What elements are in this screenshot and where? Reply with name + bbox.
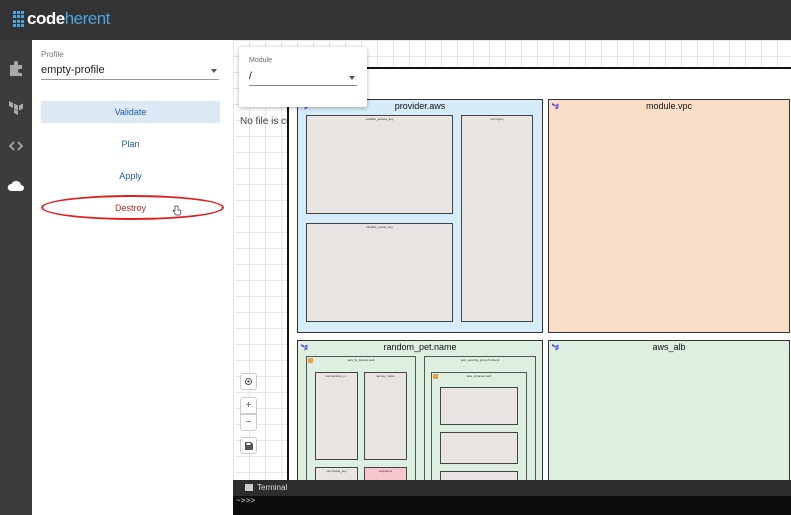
terminal-header[interactable]: Terminal (233, 480, 791, 496)
aws-alb-box[interactable]: aws_alb (548, 340, 790, 480)
node-outputs-ip[interactable]: outputs.ip (364, 467, 407, 480)
node-label: var.private_key (326, 469, 347, 473)
recenter-button[interactable] (240, 373, 257, 390)
logo-text-secondary: herent (64, 9, 111, 28)
node-label: var.instance_p... (325, 374, 348, 378)
terminal-prompt: ~>>> (236, 497, 256, 506)
diagram-frame: provider.aws variable_access_key variabl… (287, 67, 791, 480)
profile-value: empty-profile (41, 64, 105, 76)
cloud-icon[interactable] (6, 176, 26, 196)
node-block[interactable] (440, 387, 518, 425)
module-selector-card: Module / (239, 47, 367, 107)
box-title: module.vpc (645, 101, 693, 111)
module-select[interactable]: / (249, 69, 357, 86)
terminal-icon (245, 484, 253, 491)
hand-pointer-icon (172, 203, 182, 221)
validate-button[interactable]: Validate (41, 101, 220, 123)
provider-aws-box[interactable]: provider.aws variable_access_key variabl… (297, 99, 543, 333)
puzzle-icon[interactable] (6, 58, 26, 78)
zoom-in-button[interactable]: + (240, 397, 257, 414)
node-secret-key[interactable]: variable_secret_key (306, 223, 453, 322)
node-label: aws_instance.web (466, 374, 492, 378)
node-label: aws_lb_listener.web (347, 358, 375, 362)
code-icon[interactable] (6, 136, 26, 156)
module-vpc-box[interactable]: module.vpc (548, 99, 790, 333)
node-label: var.region (490, 117, 504, 121)
codeherent-logo[interactable]: codeherent (13, 9, 110, 29)
chevron-down-icon (349, 76, 355, 80)
destroy-highlight-ellipse (41, 195, 224, 220)
zoom-out-button[interactable]: − (240, 414, 257, 431)
left-nav (0, 40, 32, 515)
box-title: aws_alb (652, 342, 686, 352)
node-instance-web[interactable]: aws_instance.web (431, 372, 527, 480)
node-label: variable_access_key (365, 117, 394, 121)
profile-label: Profile (41, 50, 64, 59)
terminal-label: Terminal (257, 483, 288, 492)
node-instance-p[interactable]: var.instance_p... (315, 372, 358, 460)
apply-button[interactable]: Apply (41, 165, 220, 187)
node-label: outputs.ip (378, 469, 392, 473)
node-label: var.key_name (376, 374, 395, 378)
node-label: aws_security_group.frontend (460, 358, 500, 362)
profile-select[interactable]: empty-profile (41, 62, 219, 80)
module-label: Module (249, 57, 272, 64)
node-block[interactable] (440, 432, 518, 464)
plan-button[interactable]: Plan (41, 133, 220, 155)
node-region[interactable]: var.region (461, 115, 533, 322)
node-security-group[interactable]: aws_security_group.frontend aws_instance… (424, 356, 536, 480)
box-title: random_pet.name (383, 342, 457, 352)
save-button[interactable] (240, 437, 257, 454)
chevron-down-icon (211, 69, 217, 73)
node-private-key[interactable]: var.private_key (315, 467, 358, 480)
module-value: / (249, 71, 252, 82)
node-label: variable_secret_key (366, 225, 393, 229)
logo-mark-icon (13, 11, 25, 27)
node-access-key[interactable]: variable_access_key (306, 115, 453, 214)
node-key-name[interactable]: var.key_name (364, 372, 407, 460)
logo-text-primary: code (27, 9, 65, 28)
node-lb-listener[interactable]: aws_lb_listener.web var.instance_p... va… (306, 356, 416, 480)
terraform-icon[interactable] (6, 97, 26, 117)
random-pet-box[interactable]: random_pet.name aws_lb_listener.web var.… (297, 340, 543, 480)
terminal-output[interactable]: ~>>> (233, 496, 791, 515)
top-bar: codeherent (0, 0, 791, 40)
node-block[interactable] (440, 471, 518, 480)
actions-panel: Profile empty-profile Validate Plan Appl… (32, 40, 232, 515)
